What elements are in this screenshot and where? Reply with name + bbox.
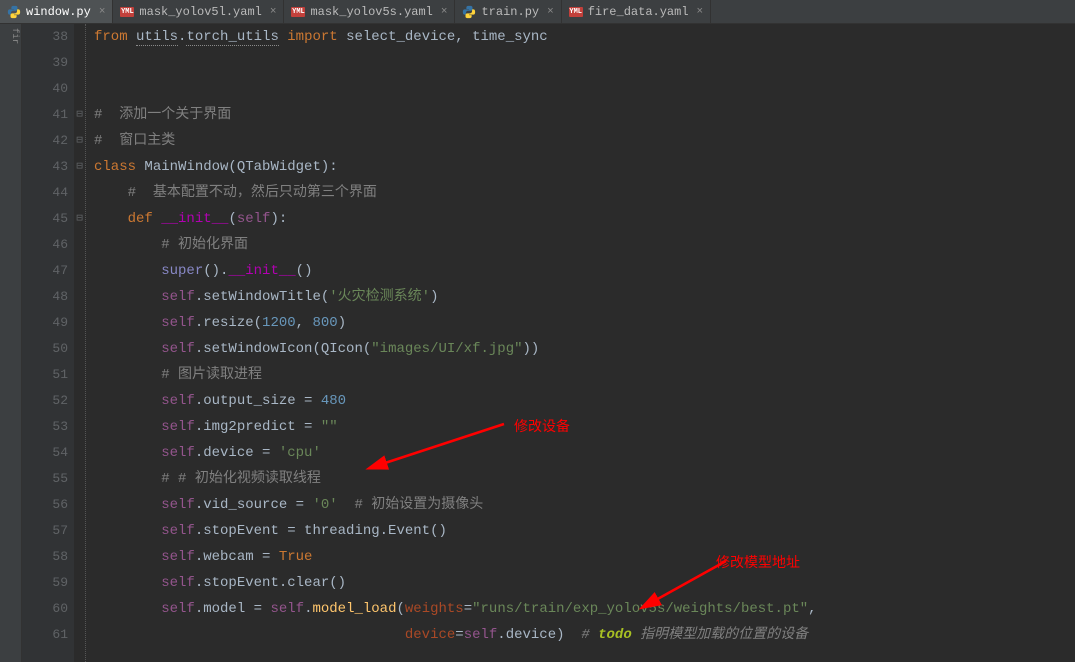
code-line[interactable]: self.img2predict = "" — [86, 414, 1075, 440]
fold-empty — [74, 76, 85, 102]
editor-tab-window-py[interactable]: window.py × — [0, 0, 113, 23]
fold-empty — [74, 362, 85, 388]
code-line[interactable]: # 窗口主类 — [86, 128, 1075, 154]
code-line[interactable]: # 初始化界面 — [86, 232, 1075, 258]
fold-empty — [74, 466, 85, 492]
line-number: 55 — [22, 466, 68, 492]
code-line[interactable]: self.stopEvent = threading.Event() — [86, 518, 1075, 544]
code-line[interactable]: # 添加一个关于界面 — [86, 102, 1075, 128]
fold-empty — [74, 24, 85, 50]
close-icon[interactable]: × — [697, 6, 704, 18]
tab-label: train.py — [481, 5, 539, 19]
code-line[interactable] — [86, 50, 1075, 76]
editor-tab-mask-yolov5s-yaml[interactable]: YML mask_yolov5s.yaml × — [284, 0, 455, 23]
line-number: 44 — [22, 180, 68, 206]
yaml-file-icon: YML — [291, 7, 305, 17]
code-line[interactable]: self.output_size = 480 — [86, 388, 1075, 414]
line-number: 40 — [22, 76, 68, 102]
python-file-icon — [7, 5, 21, 19]
close-icon[interactable]: × — [270, 6, 277, 18]
fold-empty — [74, 544, 85, 570]
code-line[interactable]: # 图片读取进程 — [86, 362, 1075, 388]
line-number: 61 — [22, 622, 68, 648]
line-number: 49 — [22, 310, 68, 336]
line-number: 52 — [22, 388, 68, 414]
code-line[interactable]: device=self.device) # todo 指明模型加载的位置的设备 — [86, 622, 1075, 648]
line-number-gutter: 3839404142434445464748495051525354555657… — [22, 24, 74, 662]
line-number: 54 — [22, 440, 68, 466]
fold-empty — [74, 258, 85, 284]
code-line[interactable]: self.model = self.model_load(weights="ru… — [86, 596, 1075, 622]
tab-label: mask_yolov5l.yaml — [139, 5, 261, 19]
line-number: 38 — [22, 24, 68, 50]
code-line[interactable]: self.resize(1200, 800) — [86, 310, 1075, 336]
code-line[interactable]: super().__init__() — [86, 258, 1075, 284]
code-line[interactable]: def __init__(self): — [86, 206, 1075, 232]
code-line[interactable] — [86, 76, 1075, 102]
yaml-file-icon: YML — [120, 7, 134, 17]
line-number: 59 — [22, 570, 68, 596]
line-number: 53 — [22, 414, 68, 440]
code-line[interactable]: from utils.torch_utils import select_dev… — [86, 24, 1075, 50]
tab-label: fire_data.yaml — [588, 5, 689, 19]
line-number: 57 — [22, 518, 68, 544]
code-area[interactable]: 修改设备 修改模型地址 from utils.torch_utils impor… — [86, 24, 1075, 662]
line-number: 50 — [22, 336, 68, 362]
code-line[interactable]: # 基本配置不动，然后只动第三个界面 — [86, 180, 1075, 206]
editor-tabs: window.py × YML mask_yolov5l.yaml × YML mask_y… — [0, 0, 1075, 24]
line-number: 39 — [22, 50, 68, 76]
code-line[interactable]: self.device = 'cpu' — [86, 440, 1075, 466]
fold-empty — [74, 50, 85, 76]
line-number: 47 — [22, 258, 68, 284]
line-number: 41 — [22, 102, 68, 128]
fold-empty — [74, 440, 85, 466]
fold-empty — [74, 336, 85, 362]
sidebar-indicator: fir — [10, 28, 20, 44]
tab-label: mask_yolov5s.yaml — [310, 5, 432, 19]
python-file-icon — [462, 5, 476, 19]
fold-toggle[interactable]: ⊟ — [74, 128, 85, 154]
fold-empty — [74, 388, 85, 414]
yaml-file-icon: YML — [569, 7, 583, 17]
line-number: 43 — [22, 154, 68, 180]
fold-empty — [74, 570, 85, 596]
fold-empty — [74, 492, 85, 518]
fold-toggle[interactable]: ⊟ — [74, 206, 85, 232]
code-line[interactable]: class MainWindow(QTabWidget): — [86, 154, 1075, 180]
line-number: 45 — [22, 206, 68, 232]
close-icon[interactable]: × — [547, 6, 554, 18]
line-number: 51 — [22, 362, 68, 388]
tool-window-bar[interactable]: fir — [0, 24, 22, 662]
fold-empty — [74, 284, 85, 310]
editor-tab-fire-data-yaml[interactable]: YML fire_data.yaml × — [562, 0, 711, 23]
editor-tab-mask-yolov5l-yaml[interactable]: YML mask_yolov5l.yaml × — [113, 0, 284, 23]
line-number: 58 — [22, 544, 68, 570]
fold-toggle[interactable]: ⊟ — [74, 102, 85, 128]
line-number: 48 — [22, 284, 68, 310]
code-line[interactable]: self.setWindowIcon(QIcon("images/UI/xf.j… — [86, 336, 1075, 362]
code-line[interactable]: self.stopEvent.clear() — [86, 570, 1075, 596]
code-editor[interactable]: 3839404142434445464748495051525354555657… — [22, 24, 1075, 662]
line-number: 60 — [22, 596, 68, 622]
fold-empty — [74, 622, 85, 648]
code-line[interactable]: self.setWindowTitle('火灾检测系统') — [86, 284, 1075, 310]
close-icon[interactable]: × — [441, 6, 448, 18]
fold-empty — [74, 596, 85, 622]
close-icon[interactable]: × — [99, 6, 106, 18]
fold-empty — [74, 232, 85, 258]
fold-column[interactable]: ⊟⊟⊟⊟ — [74, 24, 86, 662]
line-number: 46 — [22, 232, 68, 258]
tab-label: window.py — [26, 5, 91, 19]
code-line[interactable]: self.webcam = True — [86, 544, 1075, 570]
fold-empty — [74, 518, 85, 544]
editor-tab-train-py[interactable]: train.py × — [455, 0, 561, 23]
fold-empty — [74, 310, 85, 336]
fold-empty — [74, 180, 85, 206]
line-number: 56 — [22, 492, 68, 518]
code-line[interactable]: # # 初始化视频读取线程 — [86, 466, 1075, 492]
line-number: 42 — [22, 128, 68, 154]
code-line[interactable]: self.vid_source = '0' # 初始设置为摄像头 — [86, 492, 1075, 518]
fold-empty — [74, 414, 85, 440]
fold-toggle[interactable]: ⊟ — [74, 154, 85, 180]
